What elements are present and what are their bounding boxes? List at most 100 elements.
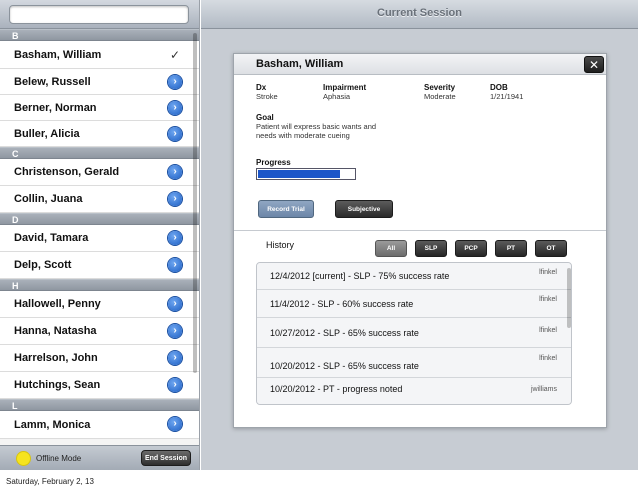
patient-row-collin-juana[interactable]: Collin, Juana › [0,186,199,213]
patient-row-belew-russell[interactable]: Belew, Russell › [0,69,199,95]
disclosure-arrow-icon[interactable]: › [168,101,182,115]
card-header: Basham, William ✕ [234,54,606,75]
patient-name: Lamm, Monica [14,419,91,431]
section-header-h: H [0,279,199,291]
history-entry-text: 11/4/2012 - SLP - 60% success rate [270,299,414,309]
history-item[interactable]: 11/4/2012 - SLP - 60% success rate lfink… [257,290,571,318]
history-entry-user: lfinkel [539,355,557,362]
section-header-l: L [0,399,199,411]
sidebar-scrollbar[interactable] [193,33,197,373]
disclosure-arrow-icon[interactable]: › [168,258,182,272]
patient-list[interactable]: B Basham, William ✓ Belew, Russell › Ber… [0,29,199,445]
history-entry-user: lfinkel [539,327,557,334]
history-entry-user: lfinkel [539,269,557,276]
history-entry-text: 10/20/2012 - SLP - 65% success rate [270,361,419,371]
search-input[interactable] [9,5,189,24]
search-bar [0,0,199,29]
impairment-label: Impairment [323,83,367,92]
dob-label: DOB [490,83,508,92]
patient-row-david-tamara[interactable]: David, Tamara › [0,225,199,252]
patient-sidebar: B Basham, William ✓ Belew, Russell › Ber… [0,0,200,470]
patient-name: Belew, Russell [14,76,91,88]
goal-label: Goal [256,113,274,122]
history-entry-user: jwilliams [530,386,557,393]
patient-row-hanna-natasha[interactable]: Hanna, Natasha › [0,318,199,345]
severity-value: Moderate [424,92,456,101]
history-item[interactable]: 10/20/2012 - PT - progress noted jwillia… [257,378,571,404]
disclosure-arrow-icon[interactable]: › [168,378,182,392]
dx-label: Dx [256,83,267,92]
impairment-value: Aphasia [323,92,351,101]
dob-value: 1/21/1941 [490,92,524,101]
history-item[interactable]: 12/4/2012 [current] - SLP - 75% success … [257,263,571,290]
disclosure-arrow-icon[interactable]: › [168,231,182,245]
filter-slp-button[interactable]: SLP [415,240,447,257]
patient-name: Hanna, Natasha [14,325,97,337]
patient-row-buller-alicia[interactable]: Buller, Alicia › [0,121,199,147]
dx-value: Stroke [256,92,278,101]
history-entry-user: lfinkel [539,296,557,303]
patient-row-hallowell-penny[interactable]: Hallowell, Penny › [0,291,199,318]
history-item[interactable]: 10/27/2012 - SLP - 65% success rate lfin… [257,318,571,348]
section-header-c: C [0,147,199,159]
patient-name: Christenson, Gerald [14,166,120,178]
patient-name: Buller, Alicia [14,128,80,140]
disclosure-arrow-icon[interactable]: › [168,127,182,141]
filter-ot-button[interactable]: OT [535,240,567,257]
patient-name: Hutchings, Sean [14,379,101,391]
history-entry-text: 10/27/2012 - SLP - 65% success rate [270,328,419,338]
patient-row-basham-william[interactable]: Basham, William ✓ [0,41,199,69]
progress-bar [256,168,356,180]
patient-row-harrelson-john[interactable]: Harrelson, John › [0,345,199,372]
patient-name: David, Tamara [14,232,89,244]
main-area: Current Session Basham, William ✕ Dx Str… [201,0,638,470]
app-root: B Basham, William ✓ Belew, Russell › Ber… [0,0,638,491]
severity-label: Severity [424,83,456,92]
patient-row-christenson-gerald[interactable]: Christenson, Gerald › [0,159,199,186]
filter-pt-button[interactable]: PT [495,240,527,257]
patient-name: Hallowell, Penny [14,298,101,310]
progress-bar-fill [258,170,340,178]
patient-name: Delp, Scott [14,259,72,271]
date-caption: Saturday, February 2, 13 [6,477,94,486]
history-label: History [266,240,295,250]
goal-text-line-2: needs with moderate cueing [256,131,350,140]
history-item[interactable]: 10/20/2012 - SLP - 65% success rate lfin… [257,348,571,378]
disclosure-arrow-icon[interactable]: › [168,192,182,206]
patient-name: Harrelson, John [14,352,98,364]
end-session-button[interactable]: End Session [141,450,191,466]
history-entry-text: 10/20/2012 - PT - progress noted [270,384,403,394]
offline-mode-label: Offline Mode [36,454,82,463]
sidebar-footer: Offline Mode End Session [0,445,199,470]
subjective-button[interactable]: Subjective [335,200,393,218]
page-title: Current Session [377,7,462,19]
disclosure-arrow-icon[interactable]: › [168,324,182,338]
disclosure-arrow-icon[interactable]: › [168,165,182,179]
patient-name: Berner, Norman [14,102,97,114]
history-scrollbar[interactable] [567,268,571,328]
patient-detail-card: Basham, William ✕ Dx Stroke Impairment A… [233,53,607,428]
progress-label: Progress [256,158,291,167]
close-button[interactable]: ✕ [584,56,604,73]
patient-name: Basham, William [14,49,102,61]
disclosure-arrow-icon[interactable]: › [168,75,182,89]
record-trial-button[interactable]: Record Trial [258,200,314,218]
history-entry-text: 12/4/2012 [current] - SLP - 75% success … [270,271,450,281]
patient-row-delp-scott[interactable]: Delp, Scott › [0,252,199,279]
disclosure-arrow-icon[interactable]: › [168,417,182,431]
patient-name-title: Basham, William [256,58,344,70]
section-divider [234,230,606,231]
patient-row-berner-norman[interactable]: Berner, Norman › [0,95,199,121]
section-header-d: D [0,213,199,225]
filter-all-button[interactable]: All [375,240,407,257]
filter-pcp-button[interactable]: PCP [455,240,487,257]
patient-name: Collin, Juana [14,193,83,205]
offline-status-icon [17,452,30,465]
section-header-b: B [0,29,199,41]
disclosure-arrow-icon[interactable]: › [168,351,182,365]
patient-row-lamm-monica[interactable]: Lamm, Monica › [0,411,199,439]
checkmark-icon: ✓ [169,48,180,62]
history-list[interactable]: 12/4/2012 [current] - SLP - 75% success … [256,262,572,405]
patient-row-hutchings-sean[interactable]: Hutchings, Sean › [0,372,199,399]
disclosure-arrow-icon[interactable]: › [168,297,182,311]
